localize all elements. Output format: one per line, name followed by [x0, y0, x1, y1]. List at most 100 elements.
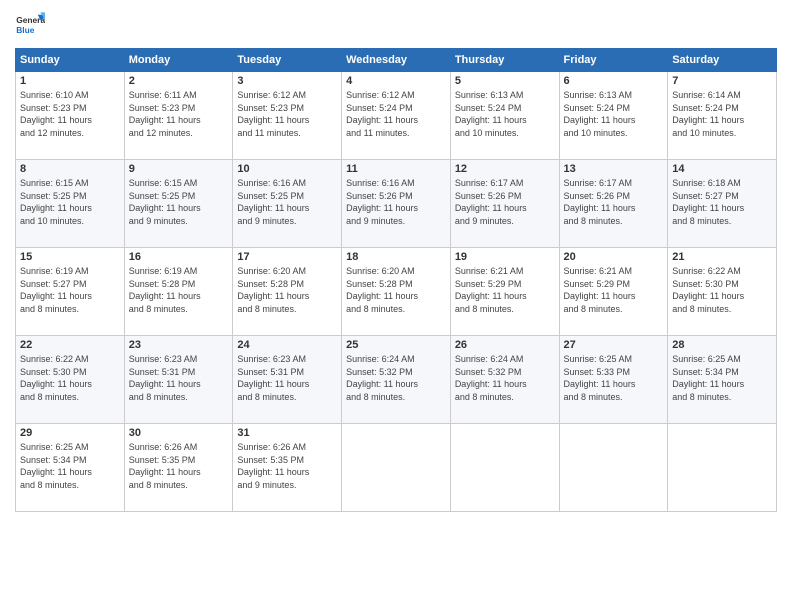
day-info: Sunrise: 6:20 AM Sunset: 5:28 PM Dayligh… — [346, 265, 446, 315]
calendar-week-1: 8Sunrise: 6:15 AM Sunset: 5:25 PM Daylig… — [16, 160, 777, 248]
calendar-cell: 14 Sunrise: 6:18 AM Sunset: 5:27 PM Dayli… — [668, 160, 777, 248]
day-number: 4 — [346, 75, 446, 87]
day-info: Sunrise: 6:16 AM Sunset: 5:26 PM Dayligh… — [346, 177, 446, 227]
calendar-cell: 25Sunrise: 6:24 AM Sunset: 5:32 PM Dayli… — [342, 336, 451, 424]
day-info: Sunrise: 6:18 AM Sunset: 5:27 PM Dayligh… — [672, 177, 772, 227]
day-number: 23 — [129, 339, 229, 351]
calendar-cell: 27Sunrise: 6:25 AM Sunset: 5:33 PM Dayli… — [559, 336, 668, 424]
day-number: 12 — [455, 163, 555, 175]
day-number: 9 — [129, 163, 229, 175]
day-info: Sunrise: 6:12 AM Sunset: 5:24 PM Dayligh… — [346, 89, 446, 139]
calendar-table: SundayMondayTuesdayWednesdayThursdayFrid… — [15, 48, 777, 512]
calendar-week-3: 22 Sunrise: 6:22 AM Sunset: 5:30 PM Dayli… — [16, 336, 777, 424]
day-number: 16 — [129, 251, 229, 263]
day-info: Sunrise: 6:15 AM Sunset: 5:25 PM Dayligh… — [129, 177, 229, 227]
day-info: Sunrise: 6:24 AM Sunset: 5:32 PM Dayligh… — [455, 353, 555, 403]
calendar-cell: 16 Sunrise: 6:19 AM Sunset: 5:28 PM Dayli… — [124, 248, 233, 336]
day-number: 24 — [237, 339, 337, 351]
calendar-cell: 30 Sunrise: 6:26 AM Sunset: 5:35 PM Dayli… — [124, 424, 233, 512]
day-number: 1 — [20, 75, 120, 87]
day-number: 10 — [237, 163, 337, 175]
day-info: Sunrise: 6:19 AM Sunset: 5:27 PM Dayligh… — [20, 265, 120, 315]
calendar-header-monday: Monday — [124, 49, 233, 72]
day-info: Sunrise: 6:11 AM Sunset: 5:23 PM Dayligh… — [129, 89, 229, 139]
calendar-cell: 23 Sunrise: 6:23 AM Sunset: 5:31 PM Dayli… — [124, 336, 233, 424]
day-number: 13 — [564, 163, 664, 175]
day-info: Sunrise: 6:17 AM Sunset: 5:26 PM Dayligh… — [455, 177, 555, 227]
calendar-cell: 31Sunrise: 6:26 AM Sunset: 5:35 PM Dayli… — [233, 424, 342, 512]
day-number: 28 — [672, 339, 772, 351]
day-number: 11 — [346, 163, 446, 175]
svg-text:Blue: Blue — [16, 25, 35, 35]
day-info: Sunrise: 6:20 AM Sunset: 5:28 PM Dayligh… — [237, 265, 337, 315]
day-number: 3 — [237, 75, 337, 87]
day-number: 26 — [455, 339, 555, 351]
calendar-cell: 21 Sunrise: 6:22 AM Sunset: 5:30 PM Dayli… — [668, 248, 777, 336]
calendar-cell — [450, 424, 559, 512]
calendar-cell: 19 Sunrise: 6:21 AM Sunset: 5:29 PM Dayli… — [450, 248, 559, 336]
day-info: Sunrise: 6:13 AM Sunset: 5:24 PM Dayligh… — [455, 89, 555, 139]
calendar-header-thursday: Thursday — [450, 49, 559, 72]
day-info: Sunrise: 6:14 AM Sunset: 5:24 PM Dayligh… — [672, 89, 772, 139]
calendar-cell: 13 Sunrise: 6:17 AM Sunset: 5:26 PM Dayli… — [559, 160, 668, 248]
day-info: Sunrise: 6:23 AM Sunset: 5:31 PM Dayligh… — [237, 353, 337, 403]
day-number: 21 — [672, 251, 772, 263]
calendar-cell — [668, 424, 777, 512]
day-number: 14 — [672, 163, 772, 175]
calendar-header-tuesday: Tuesday — [233, 49, 342, 72]
day-info: Sunrise: 6:21 AM Sunset: 5:29 PM Dayligh… — [564, 265, 664, 315]
calendar-cell: 10 Sunrise: 6:16 AM Sunset: 5:25 PM Dayli… — [233, 160, 342, 248]
day-number: 30 — [129, 427, 229, 439]
calendar-cell: 7Sunrise: 6:14 AM Sunset: 5:24 PM Daylig… — [668, 72, 777, 160]
calendar-cell: 20 Sunrise: 6:21 AM Sunset: 5:29 PM Dayli… — [559, 248, 668, 336]
calendar-cell: 17 Sunrise: 6:20 AM Sunset: 5:28 PM Dayli… — [233, 248, 342, 336]
calendar-cell: 3 Sunrise: 6:12 AM Sunset: 5:23 PM Daylig… — [233, 72, 342, 160]
calendar-cell: 24 Sunrise: 6:23 AM Sunset: 5:31 PM Dayli… — [233, 336, 342, 424]
day-info: Sunrise: 6:26 AM Sunset: 5:35 PM Dayligh… — [129, 441, 229, 491]
day-number: 19 — [455, 251, 555, 263]
calendar-cell: 15Sunrise: 6:19 AM Sunset: 5:27 PM Dayli… — [16, 248, 125, 336]
calendar-week-4: 29 Sunrise: 6:25 AM Sunset: 5:34 PM Dayli… — [16, 424, 777, 512]
day-info: Sunrise: 6:16 AM Sunset: 5:25 PM Dayligh… — [237, 177, 337, 227]
calendar-cell: 5 Sunrise: 6:13 AM Sunset: 5:24 PM Daylig… — [450, 72, 559, 160]
calendar-header-friday: Friday — [559, 49, 668, 72]
day-info: Sunrise: 6:19 AM Sunset: 5:28 PM Dayligh… — [129, 265, 229, 315]
calendar-cell: 1Sunrise: 6:10 AM Sunset: 5:23 PM Daylig… — [16, 72, 125, 160]
day-number: 20 — [564, 251, 664, 263]
calendar-cell: 26 Sunrise: 6:24 AM Sunset: 5:32 PM Dayli… — [450, 336, 559, 424]
day-number: 6 — [564, 75, 664, 87]
day-number: 29 — [20, 427, 120, 439]
logo-icon: General Blue — [15, 10, 45, 40]
day-number: 5 — [455, 75, 555, 87]
calendar-cell: 6 Sunrise: 6:13 AM Sunset: 5:24 PM Daylig… — [559, 72, 668, 160]
day-info: Sunrise: 6:21 AM Sunset: 5:29 PM Dayligh… — [455, 265, 555, 315]
day-info: Sunrise: 6:23 AM Sunset: 5:31 PM Dayligh… — [129, 353, 229, 403]
day-number: 22 — [20, 339, 120, 351]
calendar-cell — [559, 424, 668, 512]
calendar-cell: 9 Sunrise: 6:15 AM Sunset: 5:25 PM Daylig… — [124, 160, 233, 248]
calendar-week-0: 1Sunrise: 6:10 AM Sunset: 5:23 PM Daylig… — [16, 72, 777, 160]
day-info: Sunrise: 6:12 AM Sunset: 5:23 PM Dayligh… — [237, 89, 337, 139]
calendar-cell: 29 Sunrise: 6:25 AM Sunset: 5:34 PM Dayli… — [16, 424, 125, 512]
calendar-cell: 12 Sunrise: 6:17 AM Sunset: 5:26 PM Dayli… — [450, 160, 559, 248]
calendar-cell: 28 Sunrise: 6:25 AM Sunset: 5:34 PM Dayli… — [668, 336, 777, 424]
logo: General Blue — [15, 10, 45, 40]
day-info: Sunrise: 6:22 AM Sunset: 5:30 PM Dayligh… — [672, 265, 772, 315]
day-info: Sunrise: 6:13 AM Sunset: 5:24 PM Dayligh… — [564, 89, 664, 139]
header: General Blue — [15, 10, 777, 40]
day-info: Sunrise: 6:17 AM Sunset: 5:26 PM Dayligh… — [564, 177, 664, 227]
day-info: Sunrise: 6:15 AM Sunset: 5:25 PM Dayligh… — [20, 177, 120, 227]
page-container: General Blue SundayMondayTuesdayWednesda… — [0, 0, 792, 612]
calendar-header-wednesday: Wednesday — [342, 49, 451, 72]
calendar-cell: 8Sunrise: 6:15 AM Sunset: 5:25 PM Daylig… — [16, 160, 125, 248]
calendar-cell: 2 Sunrise: 6:11 AM Sunset: 5:23 PM Daylig… — [124, 72, 233, 160]
day-info: Sunrise: 6:22 AM Sunset: 5:30 PM Dayligh… — [20, 353, 120, 403]
calendar-cell: 4 Sunrise: 6:12 AM Sunset: 5:24 PM Daylig… — [342, 72, 451, 160]
day-number: 17 — [237, 251, 337, 263]
day-info: Sunrise: 6:25 AM Sunset: 5:34 PM Dayligh… — [672, 353, 772, 403]
calendar-header-row: SundayMondayTuesdayWednesdayThursdayFrid… — [16, 49, 777, 72]
day-info: Sunrise: 6:25 AM Sunset: 5:34 PM Dayligh… — [20, 441, 120, 491]
calendar-header-saturday: Saturday — [668, 49, 777, 72]
day-number: 2 — [129, 75, 229, 87]
calendar-cell: 22 Sunrise: 6:22 AM Sunset: 5:30 PM Dayli… — [16, 336, 125, 424]
